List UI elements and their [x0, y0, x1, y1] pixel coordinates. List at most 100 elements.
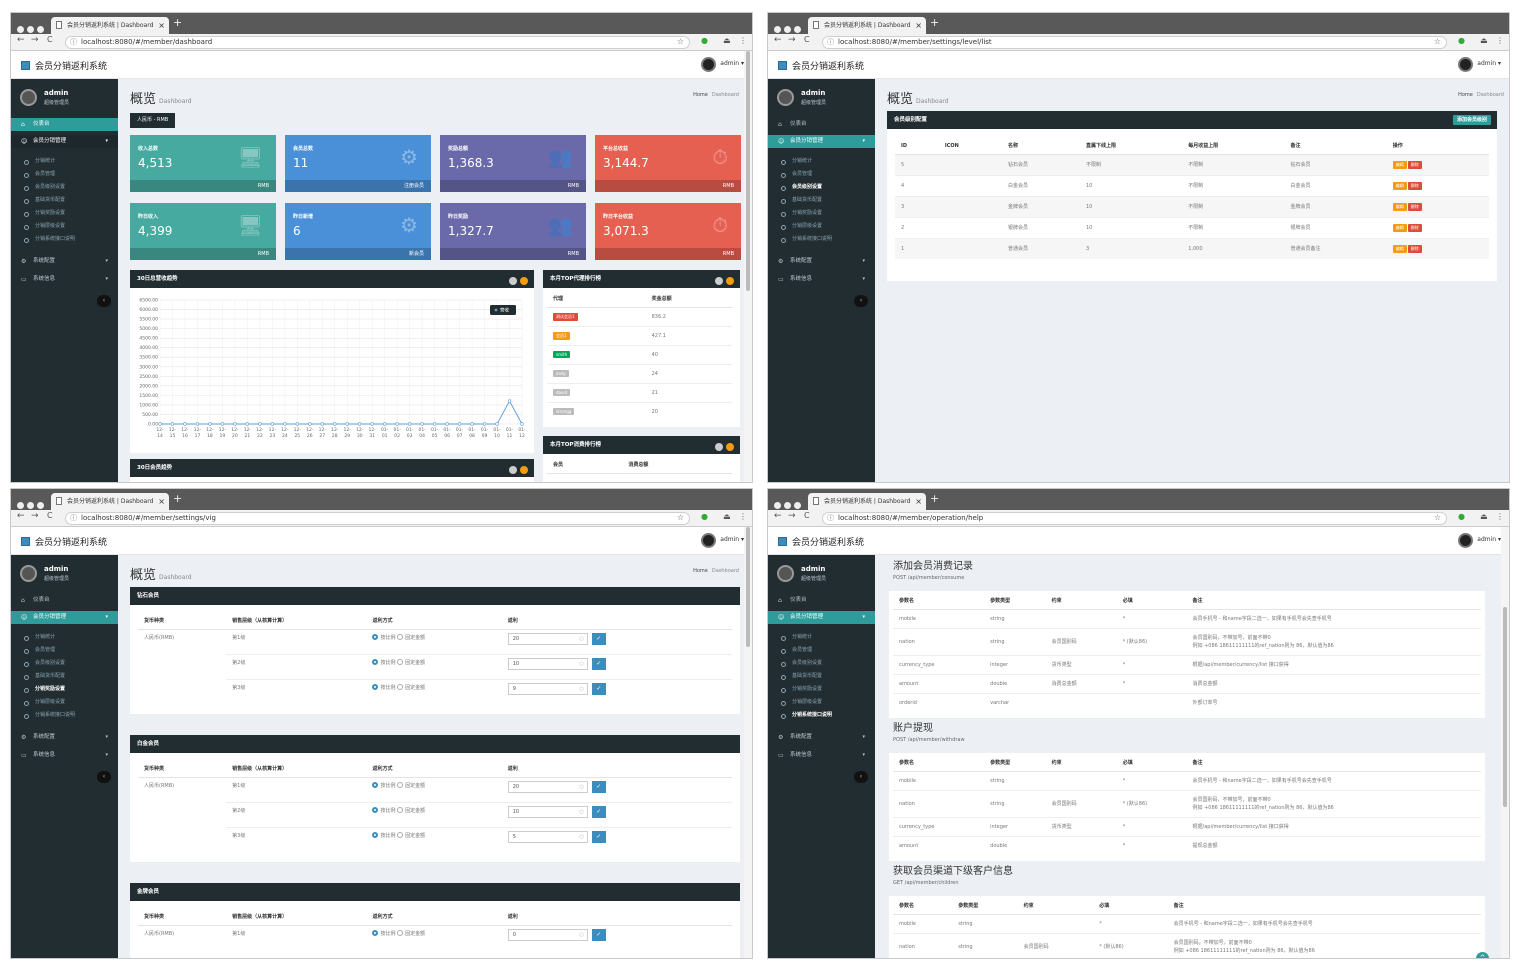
sidebar-subitem[interactable]: 会员级别设置 [11, 657, 118, 670]
remove-icon[interactable] [726, 443, 734, 451]
extension-icon[interactable]: ● [1458, 36, 1465, 45]
forward-button[interactable]: → [788, 511, 796, 521]
scrollbar[interactable] [744, 51, 752, 482]
sidebar-item-member[interactable]: ☺ 会员分销管理 ▾ [11, 611, 118, 624]
browser-menu-icon[interactable]: ⋮ [1496, 36, 1504, 45]
sidebar-subitem[interactable]: 分销系统接口说明 [768, 709, 875, 722]
remove-icon[interactable] [520, 466, 528, 474]
sidebar-item-system-info[interactable]: ▭ 系统信息 ▾ [768, 749, 875, 762]
save-button[interactable]: ✓ [591, 928, 606, 941]
close-tab-icon[interactable]: × [915, 493, 922, 510]
extension-icon[interactable]: ● [701, 36, 708, 45]
sidebar-subitem[interactable]: 分销层级设置 [11, 696, 118, 709]
sidebar-item-system-info[interactable]: ▭ 系统信息 ▾ [768, 273, 875, 286]
breadcrumb-home[interactable]: Home [693, 568, 708, 574]
sidebar-item-system-info[interactable]: ▭ 系统信息 ▾ [11, 749, 118, 762]
sidebar-item-dashboard[interactable]: ⌂ 仪表台 [11, 118, 118, 131]
radio-ratio[interactable] [372, 782, 379, 788]
remove-icon[interactable] [520, 277, 528, 285]
sidebar-subitem[interactable]: 分销统计 [768, 631, 875, 644]
close-tab-icon[interactable]: × [158, 493, 165, 510]
sidebar-subitem[interactable]: 基础货币配置 [768, 670, 875, 683]
sidebar-subitem[interactable]: 分销层级设置 [768, 220, 875, 233]
close-tab-icon[interactable]: × [158, 17, 165, 34]
profile-icon[interactable]: ⏏ [723, 512, 731, 521]
profile-icon[interactable]: ⏏ [1480, 36, 1488, 45]
new-tab-button[interactable]: + [173, 492, 182, 505]
back-button[interactable]: ← [774, 35, 782, 45]
sidebar-subitem[interactable]: 分销统计 [11, 155, 118, 168]
sidebar-item-system-config[interactable]: ⚙ 系统配置 ▾ [768, 255, 875, 268]
window-controls[interactable] [774, 494, 810, 509]
add-level-button[interactable]: 添加会员级别 [1452, 115, 1491, 125]
collapse-sidebar-button[interactable]: ‹ [854, 771, 868, 783]
url-bar[interactable]: ⓘ localhost:8080/#/member/dashboard ☆ [65, 36, 690, 49]
new-tab-button[interactable]: + [930, 16, 939, 29]
reload-button[interactable]: C [47, 35, 53, 44]
sidebar-subitem[interactable]: 会员管理 [768, 644, 875, 657]
browser-tab[interactable]: 会员分销返利系统 | Dashboard × [808, 493, 926, 510]
scrollbar[interactable] [1501, 527, 1509, 958]
user-menu[interactable]: admin ▾ [720, 536, 744, 543]
new-tab-button[interactable]: + [173, 16, 182, 29]
rebate-input[interactable]: 5 [507, 830, 588, 843]
browser-tab[interactable]: 会员分销返利系统 | Dashboard × [808, 17, 926, 34]
sidebar-subitem[interactable]: 基础货币配置 [768, 194, 875, 207]
breadcrumb-home[interactable]: Home [1458, 92, 1473, 98]
window-controls[interactable] [774, 18, 810, 33]
delete-button[interactable]: 删除 [1407, 244, 1422, 253]
scrollbar[interactable] [744, 527, 752, 958]
window-controls[interactable] [17, 18, 53, 33]
sidebar-item-system-info[interactable]: ▭ 系统信息 ▾ [11, 273, 118, 286]
radio-fixed[interactable] [397, 930, 404, 936]
sidebar-subitem[interactable]: 分销奖励设置 [11, 683, 118, 696]
radio-ratio[interactable] [372, 634, 379, 640]
back-button[interactable]: ← [17, 511, 25, 521]
sidebar-subitem[interactable]: 分销统计 [768, 155, 875, 168]
forward-button[interactable]: → [31, 35, 39, 45]
browser-tab[interactable]: 会员分销返利系统 | Dashboard × [51, 493, 169, 510]
avatar[interactable] [1458, 533, 1473, 548]
sidebar-subitem[interactable]: 基础货币配置 [11, 670, 118, 683]
bookmark-star-icon[interactable]: ☆ [677, 37, 684, 47]
collapse-icon[interactable] [509, 466, 517, 474]
reload-button[interactable]: C [47, 511, 53, 520]
rebate-input[interactable]: 10 [507, 657, 588, 670]
rebate-input[interactable]: 10 [507, 805, 588, 818]
radio-fixed[interactable] [397, 807, 404, 813]
sidebar-subitem[interactable]: 分销系统接口说明 [11, 709, 118, 722]
sidebar-item-system-config[interactable]: ⚙ 系统配置 ▾ [11, 255, 118, 268]
avatar[interactable] [701, 57, 716, 72]
user-menu[interactable]: admin ▾ [1477, 60, 1501, 67]
url-bar[interactable]: ⓘ localhost:8080/#/member/settings/vig ☆ [65, 512, 690, 525]
edit-button[interactable]: 编辑 [1392, 160, 1407, 169]
extension-icon[interactable]: ● [701, 512, 708, 521]
edit-button[interactable]: 编辑 [1392, 181, 1407, 190]
edit-button[interactable]: 编辑 [1392, 223, 1407, 232]
scroll-top-button[interactable]: ^ [1476, 952, 1489, 958]
rebate-input[interactable]: 20 [507, 780, 588, 793]
save-button[interactable]: ✓ [591, 657, 606, 670]
sidebar-subitem[interactable]: 分销层级设置 [11, 220, 118, 233]
sidebar-subitem[interactable]: 分销层级设置 [768, 696, 875, 709]
save-button[interactable]: ✓ [591, 632, 606, 645]
user-menu[interactable]: admin ▾ [720, 60, 744, 67]
rebate-input[interactable]: 0 [507, 928, 588, 941]
sidebar-subitem[interactable]: 分销统计 [11, 631, 118, 644]
bookmark-star-icon[interactable]: ☆ [677, 513, 684, 523]
url-bar[interactable]: ⓘ localhost:8080/#/member/settings/level… [822, 36, 1447, 49]
window-controls[interactable] [17, 494, 53, 509]
radio-fixed[interactable] [397, 832, 404, 838]
sidebar-subitem[interactable]: 分销系统接口说明 [11, 233, 118, 246]
collapse-icon[interactable] [509, 277, 517, 285]
sidebar-item-dashboard[interactable]: ⌂ 仪表台 [768, 594, 875, 607]
collapse-sidebar-button[interactable]: ‹ [97, 771, 111, 783]
delete-button[interactable]: 删除 [1407, 202, 1422, 211]
edit-button[interactable]: 编辑 [1392, 244, 1407, 253]
profile-icon[interactable]: ⏏ [723, 36, 731, 45]
collapse-icon[interactable] [715, 277, 723, 285]
sidebar-subitem[interactable]: 会员管理 [11, 644, 118, 657]
radio-fixed[interactable] [397, 634, 404, 640]
delete-button[interactable]: 删除 [1407, 181, 1422, 190]
save-button[interactable]: ✓ [591, 780, 606, 793]
